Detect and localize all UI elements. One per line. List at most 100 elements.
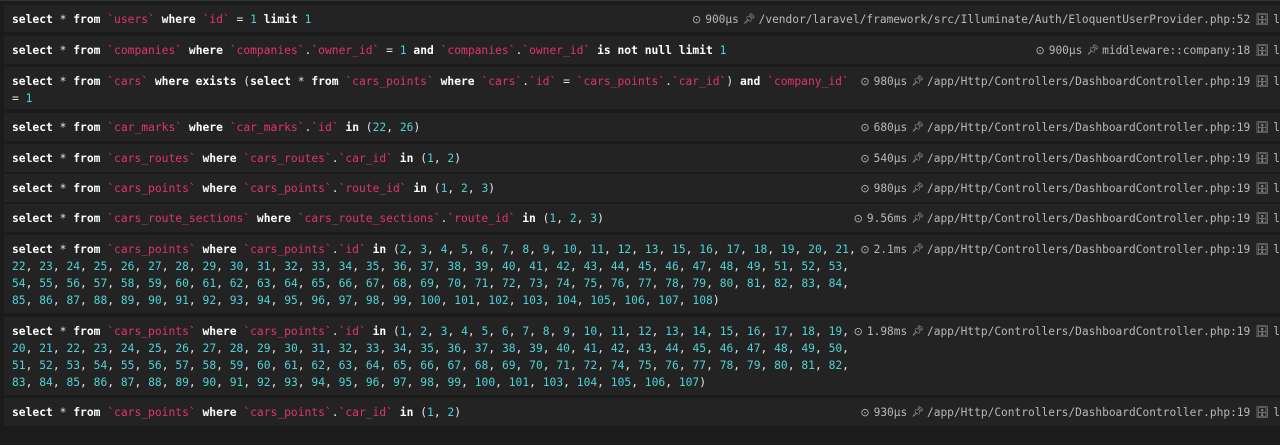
sql-number: 61: [284, 359, 298, 372]
sql-number: 1: [304, 13, 312, 26]
sql-keyword: where: [202, 243, 237, 256]
sql-number: 103: [522, 294, 543, 307]
sql-keyword: select: [12, 44, 53, 57]
sql-number: 90: [148, 294, 162, 307]
sql-keyword: and: [739, 75, 761, 88]
query-source[interactable]: /app/Http/Controllers/DashboardControlle…: [927, 212, 1250, 225]
sql-number: 6: [481, 243, 489, 256]
sql-number: 29: [256, 342, 271, 355]
pin-icon: 📌︎: [911, 76, 924, 87]
sql-keyword: select: [12, 13, 53, 26]
query-row[interactable]: select * from `cars_route_sections` wher…: [4, 204, 1280, 232]
sql-keyword: where: [256, 212, 291, 225]
query-row[interactable]: select * from `cars_points` where `cars_…: [4, 398, 1280, 426]
sql-number: 80: [774, 359, 788, 372]
sql-identifier: `cars_routes`: [107, 152, 196, 165]
query-source[interactable]: /vendor/laravel/framework/src/Illuminate…: [759, 13, 1251, 26]
query-row[interactable]: select * from `cars_routes` where `cars_…: [4, 144, 1280, 172]
sql-keyword: from: [73, 75, 101, 88]
sql-identifier: `cars_points`: [243, 182, 332, 195]
sql-number: 64: [284, 277, 298, 290]
sql-number: 20: [808, 243, 822, 256]
sql-number: 45: [638, 260, 652, 273]
sql-number: 12: [617, 243, 632, 256]
sql-number: 96: [311, 294, 326, 307]
sql-number: 34: [338, 260, 353, 273]
sql-number: 23: [93, 342, 108, 355]
sql-number: 63: [256, 277, 271, 290]
query-source[interactable]: middleware::company:18: [1102, 44, 1250, 57]
query-sql: select * from `companies` where `compani…: [12, 44, 727, 57]
database-icon: 🗄︎: [1255, 44, 1270, 57]
sql-number: 25: [148, 342, 162, 355]
query-source[interactable]: /app/Http/Controllers/DashboardControlle…: [927, 121, 1250, 134]
query-row[interactable]: select * from `cars_points` where `cars_…: [4, 317, 1280, 395]
sql-identifier: `cars_points`: [576, 75, 666, 88]
sql-keyword: where: [202, 182, 237, 195]
sql-number: 67: [447, 359, 462, 372]
sql-number: 35: [365, 260, 380, 273]
sql-number: 83: [801, 277, 815, 290]
sql-keyword: where: [188, 44, 223, 57]
sql-number: 74: [610, 359, 625, 372]
sql-number: 56: [148, 359, 162, 372]
sql-number: 46: [719, 342, 734, 355]
query-row[interactable]: select * from `car_marks` where `car_mar…: [4, 113, 1280, 141]
sql-number: 10: [563, 243, 577, 256]
sql-number: 3: [590, 212, 598, 225]
query-row[interactable]: select * from `cars_points` where `cars_…: [4, 174, 1280, 202]
query-source[interactable]: /app/Http/Controllers/DashboardControlle…: [927, 243, 1250, 256]
sql-identifier: `owner_id`: [311, 44, 380, 57]
sql-keyword: in: [345, 121, 359, 134]
sql-number: 10: [583, 325, 598, 338]
query-source[interactable]: /app/Http/Controllers/DashboardControlle…: [927, 152, 1250, 165]
query-source[interactable]: /app/Http/Controllers/DashboardControlle…: [927, 75, 1250, 88]
query-sql: select * from `car_marks` where `car_mar…: [12, 121, 421, 134]
sql-identifier: `car_id`: [671, 75, 727, 88]
sql-number: 16: [699, 243, 713, 256]
sql-number: 7: [522, 325, 530, 338]
query-row[interactable]: select * from `cars_points` where `cars_…: [4, 235, 1280, 313]
sql-number: 51: [12, 359, 26, 372]
sql-number: 85: [66, 376, 81, 389]
sql-number: 74: [556, 277, 570, 290]
sql-number: 26: [399, 121, 414, 134]
sql-number: 84: [39, 376, 53, 389]
sql-number: 84: [828, 277, 843, 290]
query-duration: 540µs: [873, 152, 908, 165]
sql-number: 66: [420, 359, 434, 372]
sql-number: 93: [284, 376, 298, 389]
sql-number: 57: [93, 277, 108, 290]
query-row[interactable]: select * from `companies` where `compani…: [4, 36, 1280, 64]
sql-number: 96: [365, 376, 380, 389]
sql-number: 37: [474, 342, 489, 355]
sql-number: 19: [828, 325, 843, 338]
sql-keyword: from: [73, 243, 101, 256]
sql-identifier: `cars_points`: [243, 243, 332, 256]
query-connection: l: [1273, 406, 1280, 419]
query-row[interactable]: select * from `cars` where exists (selec…: [4, 67, 1280, 109]
query-row[interactable]: select * from `users` where `id` = 1 lim…: [4, 5, 1280, 32]
query-sql: select * from `cars_points` where `cars_…: [12, 406, 462, 419]
sql-number: 68: [474, 359, 489, 372]
query-source[interactable]: /app/Http/Controllers/DashboardControlle…: [927, 182, 1250, 195]
sql-number: 92: [202, 294, 217, 307]
sql-number: 98: [365, 294, 380, 307]
sql-identifier: `car_id`: [338, 152, 393, 165]
clock-icon: ⊙: [860, 406, 870, 419]
pin-icon: 📌︎: [911, 244, 924, 255]
query-source[interactable]: /app/Http/Controllers/DashboardControlle…: [927, 325, 1250, 338]
query-connection: l: [1273, 182, 1280, 195]
sql-number: 48: [719, 260, 734, 273]
query-connection: l: [1273, 243, 1280, 256]
sql-number: 100: [420, 294, 441, 307]
sql-keyword: where: [202, 152, 237, 165]
sql-number: 103: [542, 376, 564, 389]
sql-number: 4: [461, 325, 468, 338]
sql-number: 36: [393, 260, 407, 273]
query-source[interactable]: /app/Http/Controllers/DashboardControlle…: [927, 406, 1250, 419]
sql-number: 39: [529, 342, 543, 355]
sql-identifier: `id`: [202, 13, 230, 26]
sql-number: 47: [746, 342, 761, 355]
sql-identifier: `cars_points`: [243, 406, 332, 419]
